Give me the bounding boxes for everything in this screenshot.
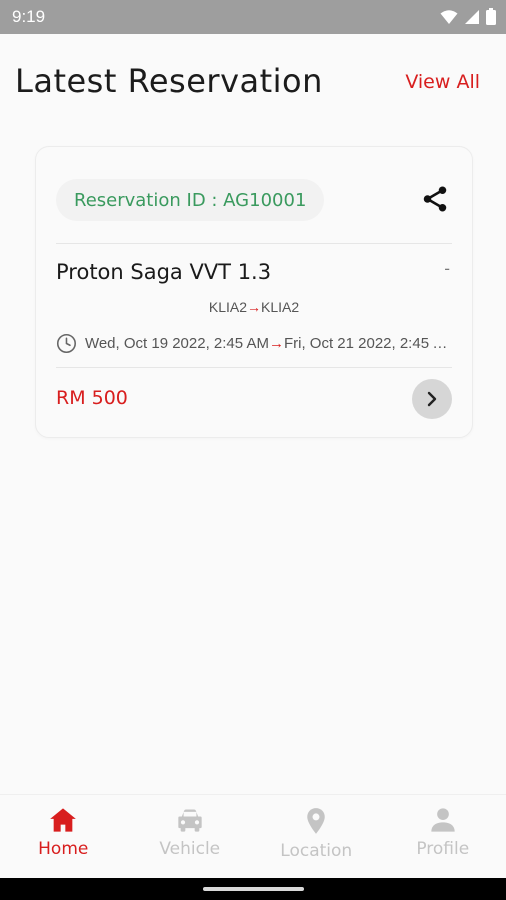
status-dash: - [444, 259, 450, 278]
price: RM 500 [56, 387, 128, 409]
pickup-location: KLIA2 [208, 299, 247, 315]
battery-icon [486, 8, 496, 25]
page-header: Latest Reservation View All [0, 60, 506, 110]
nav-item-profile[interactable]: Profile [380, 795, 506, 878]
nav-item-home[interactable]: Home [0, 795, 127, 878]
page-title: Latest Reservation [15, 62, 323, 100]
date-range: Wed, Oct 19 2022, 2:45 AM→Fri, Oct 21 20… [56, 333, 454, 354]
nav-label-vehicle: Vehicle [159, 839, 221, 859]
person-icon [431, 808, 455, 832]
signal-icon [465, 9, 479, 24]
reservation-id-badge: Reservation ID : AG10001 [56, 179, 325, 221]
reservation-card[interactable]: Reservation ID : AG10001 Proton Saga VVT… [35, 146, 473, 438]
nav-label-home: Home [38, 839, 89, 859]
reservation-details-button[interactable] [412, 379, 452, 419]
start-datetime: Wed, Oct 19 2022, 2:45 AM [84, 335, 269, 352]
nav-item-location[interactable]: Location [253, 795, 380, 878]
nav-label-profile: Profile [416, 839, 470, 859]
end-datetime: Fri, Oct 21 2022, 2:45 AM [283, 335, 454, 352]
bottom-nav: Home Vehicle Location Profile [0, 794, 506, 878]
wifi-icon [440, 9, 458, 24]
nav-item-vehicle[interactable]: Vehicle [127, 795, 254, 878]
status-icons [440, 8, 496, 25]
share-icon[interactable] [420, 184, 450, 214]
route-arrow-icon: → [247, 299, 261, 315]
location-pin-icon [307, 808, 325, 834]
status-time: 9:19 [12, 7, 46, 26]
home-icon [50, 808, 77, 832]
status-bar: 9:19 [0, 0, 506, 34]
dropoff-location: KLIA2 [261, 299, 300, 315]
home-gesture-handle[interactable] [203, 887, 304, 891]
chevron-right-icon [427, 391, 437, 407]
reservation-id: Reservation ID : AG10001 [74, 189, 307, 211]
gesture-bar [0, 878, 506, 900]
divider [56, 367, 452, 368]
car-name: Proton Saga VVT 1.3 [56, 260, 272, 284]
view-all-link[interactable]: View All [405, 71, 480, 93]
car-icon [178, 809, 202, 832]
divider [56, 243, 452, 244]
route: KLIA2→KLIA2 [36, 299, 472, 315]
nav-label-location: Location [280, 841, 353, 861]
date-range-text: Wed, Oct 19 2022, 2:45 AM→Fri, Oct 21 20… [85, 335, 454, 352]
clock-icon [56, 333, 76, 354]
date-arrow-icon: → [268, 335, 284, 352]
